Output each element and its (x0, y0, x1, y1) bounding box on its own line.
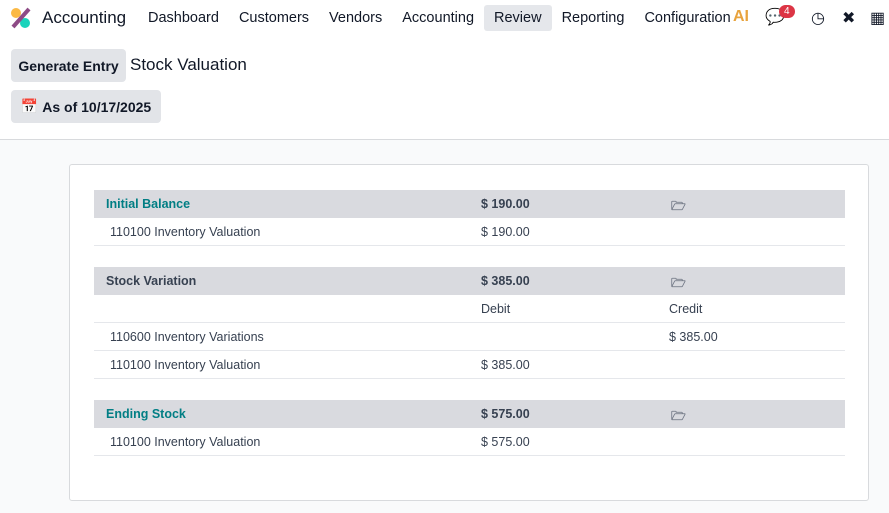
section-label[interactable]: Initial Balance (106, 197, 190, 211)
table-row: 110100 Inventory Valuation $ 190.00 (94, 218, 845, 246)
section-label: Stock Variation (106, 274, 197, 288)
section-amount: $ 575.00 (481, 407, 530, 421)
account-name: 110100 Inventory Valuation (110, 225, 261, 239)
table-row: 110600 Inventory Variations $ 385.00 (94, 323, 845, 351)
menu-vendors[interactable]: Vendors (319, 5, 392, 31)
section-label[interactable]: Ending Stock (106, 407, 186, 421)
debit-header: Debit (481, 302, 511, 316)
menu-customers[interactable]: Customers (229, 5, 319, 31)
amount: $ 190.00 (481, 225, 530, 239)
menu-dashboard[interactable]: Dashboard (138, 5, 229, 31)
section-header-variation[interactable]: Stock Variation $ 385.00 🗁 (94, 267, 845, 295)
date-filter-label: As of 10/17/2025 (42, 98, 152, 115)
section-amount: $ 385.00 (481, 274, 530, 288)
top-navbar: Accounting Dashboard Customers Vendors A… (0, 0, 889, 36)
amount: $ 575.00 (481, 435, 530, 449)
calendar-icon: 📅 (20, 98, 39, 114)
app-logo-icon[interactable] (10, 7, 32, 29)
ai-icon[interactable]: AI (733, 8, 749, 26)
menu-reporting[interactable]: Reporting (552, 5, 635, 31)
folder-icon[interactable]: 🗁 (671, 274, 686, 295)
menu-review[interactable]: Review (484, 5, 552, 31)
main-menu: Dashboard Customers Vendors Accounting R… (138, 5, 741, 31)
section-header-ending[interactable]: Ending Stock $ 575.00 🗁 (94, 400, 845, 428)
control-panel: Generate Entry Stock Valuation 📅 As of 1… (0, 36, 889, 140)
credit-header: Credit (669, 302, 703, 316)
generate-entry-button[interactable]: Generate Entry (11, 49, 126, 82)
stock-valuation-report: Initial Balance $ 190.00 🗁 110100 Invent… (69, 164, 869, 501)
section-header-initial[interactable]: Initial Balance $ 190.00 🗁 (94, 190, 845, 218)
date-filter-button[interactable]: 📅 As of 10/17/2025 (11, 90, 161, 123)
column-headers: Debit Credit (94, 295, 845, 323)
account-name: 110100 Inventory Valuation (110, 358, 261, 372)
building-icon[interactable]: ▦ (870, 8, 885, 28)
folder-icon[interactable]: 🗁 (671, 197, 686, 218)
clock-icon[interactable]: ◷ (811, 8, 825, 28)
folder-icon[interactable]: 🗁 (671, 407, 686, 428)
app-name[interactable]: Accounting (42, 8, 126, 28)
table-row: 110100 Inventory Valuation $ 575.00 (94, 428, 845, 456)
debit: $ 385.00 (481, 358, 530, 372)
table-row: 110100 Inventory Valuation $ 385.00 (94, 351, 845, 379)
page-title: Stock Valuation (130, 55, 247, 74)
menu-configuration[interactable]: Configuration (634, 5, 740, 31)
account-name: 110100 Inventory Valuation (110, 435, 261, 449)
section-amount: $ 190.00 (481, 197, 530, 211)
account-name: 110600 Inventory Variations (110, 330, 264, 344)
tools-icon[interactable]: ✖ (842, 8, 855, 28)
menu-accounting[interactable]: Accounting (392, 5, 484, 31)
messages-badge: 4 (779, 5, 795, 18)
credit: $ 385.00 (669, 330, 718, 344)
